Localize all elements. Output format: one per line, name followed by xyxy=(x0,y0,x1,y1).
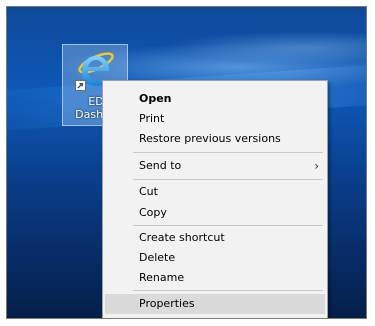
screenshot-frame: ED Dashbo Open Print Restore previous ve… xyxy=(6,6,367,319)
shortcut-arrow-icon xyxy=(75,80,86,91)
menu-separator xyxy=(133,179,323,180)
desktop-background: ED Dashbo Open Print Restore previous ve… xyxy=(7,7,366,318)
menu-item-restore-previous-versions[interactable]: Restore previous versions xyxy=(105,129,325,149)
menu-item-send-to[interactable]: Send to › xyxy=(105,156,325,176)
menu-item-print[interactable]: Print xyxy=(105,109,325,129)
chevron-right-icon: › xyxy=(314,159,319,173)
menu-item-send-to-label: Send to xyxy=(139,159,182,172)
menu-item-cut[interactable]: Cut xyxy=(105,182,325,202)
menu-separator xyxy=(133,152,323,153)
menu-item-rename[interactable]: Rename xyxy=(105,268,325,288)
menu-item-open[interactable]: Open xyxy=(105,89,325,109)
context-menu: Open Print Restore previous versions Sen… xyxy=(102,80,328,318)
menu-item-create-shortcut[interactable]: Create shortcut xyxy=(105,228,325,248)
menu-item-delete[interactable]: Delete xyxy=(105,248,325,268)
menu-item-copy[interactable]: Copy xyxy=(105,203,325,223)
menu-separator xyxy=(133,225,323,226)
menu-item-properties[interactable]: Properties xyxy=(105,294,325,314)
menu-separator xyxy=(133,290,323,291)
